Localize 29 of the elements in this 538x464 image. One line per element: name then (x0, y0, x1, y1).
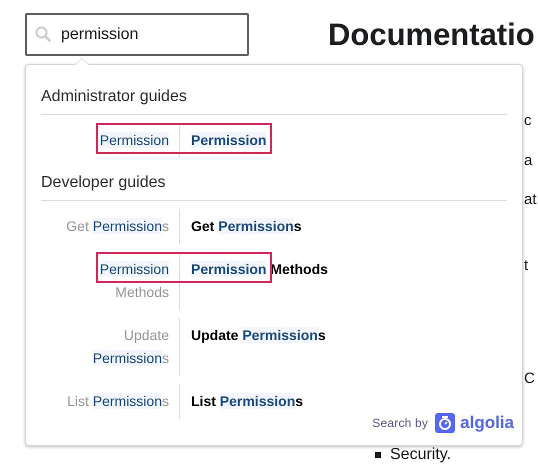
search-result[interactable]: Get Permissions Get Permissions (41, 201, 507, 244)
stopwatch-icon (435, 413, 456, 433)
result-category: List Permissions (67, 392, 169, 411)
search-result[interactable]: Permission Methods Permission Methods (41, 244, 507, 310)
result-title: List Permissions (191, 393, 304, 409)
section-title: Developer guides (41, 173, 507, 201)
list-item-text: Security. (390, 446, 452, 464)
search-icon (35, 26, 51, 42)
result-category: Get Permissions (66, 217, 169, 236)
body-text: C (524, 370, 535, 387)
body-text: a (524, 152, 532, 169)
section-title: Administrator guides (41, 87, 507, 115)
bullet-icon (375, 452, 381, 458)
page-heading: Documentatio (328, 16, 535, 52)
search-result[interactable]: Update Permissions Update Permissions (41, 310, 507, 376)
result-category: Update Permissions (92, 326, 169, 368)
body-text: c (524, 112, 532, 129)
body-text: at (524, 191, 537, 208)
result-category: Permission Methods (98, 260, 169, 302)
result-category: Permission (100, 131, 169, 150)
result-title: Get Permissions (191, 218, 302, 234)
result-title: Permission (191, 132, 266, 148)
result-title: Permission Methods (191, 261, 328, 277)
body-text: t (524, 257, 528, 274)
search-by-label: Search by (372, 416, 428, 430)
brand-name: algolia (460, 413, 514, 433)
result-title: Update Permissions (191, 327, 326, 343)
search-field[interactable]: permission (25, 13, 249, 56)
search-result[interactable]: Permission Permission (41, 115, 507, 158)
